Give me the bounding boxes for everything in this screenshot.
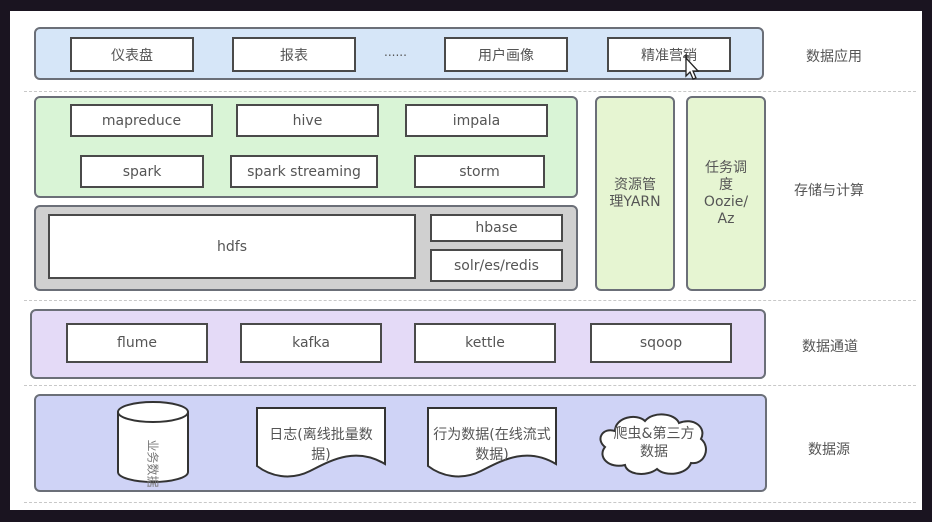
source-log-data: 日志(离线批量数 据) [257, 425, 385, 465]
channel-flume: flume [66, 323, 208, 363]
compute-spark-streaming: spark streaming [230, 155, 378, 188]
scheduler-line: Oozie/ [703, 193, 749, 210]
storage-solr-es-redis: solr/es/redis [430, 249, 563, 282]
channel-sqoop: sqoop [590, 323, 732, 363]
app-ellipsis: ...... [384, 45, 407, 59]
layer-label-compute: 存储与计算 [794, 183, 864, 199]
yarn-line: 资源管 [614, 176, 656, 193]
mouse-cursor-icon [683, 54, 700, 80]
log-line: 据) [311, 447, 331, 463]
channel-kafka: kafka [240, 323, 382, 363]
behavior-line: 行为数据(在线流式 [433, 427, 551, 443]
scheduler-line: 任务调 [705, 159, 747, 176]
crawler-line: 数据 [640, 444, 668, 460]
layer-divider [24, 502, 916, 503]
compute-mapreduce: mapreduce [70, 104, 213, 137]
log-line: 日志(离线批量数 [269, 427, 373, 443]
compute-storm: storm [414, 155, 545, 188]
scheduler-line: 度 [719, 176, 733, 193]
storage-hdfs: hdfs [48, 214, 416, 279]
storage-hbase: hbase [430, 214, 563, 242]
app-precision-marketing: 精准营销 [607, 37, 731, 72]
yarn-line: 理YARN [609, 193, 661, 210]
layer-divider [24, 300, 916, 301]
channel-kettle: kettle [414, 323, 556, 363]
source-behavior-data: 行为数据(在线流式 数据) [420, 425, 564, 465]
layer-label-source: 数据源 [808, 442, 850, 458]
app-report: 报表 [232, 37, 356, 72]
app-dashboard: 仪表盘 [70, 37, 194, 72]
crawler-line: 爬虫&第三方 [613, 426, 695, 442]
scheduler-line: Az [717, 210, 735, 227]
source-business-data: 业务数据 [145, 439, 160, 488]
behavior-line: 数据) [475, 447, 509, 463]
source-crawler-data: 爬虫&第三方 数据 [600, 425, 708, 461]
compute-hive: hive [236, 104, 379, 137]
layer-label-channel: 数据通道 [802, 339, 858, 355]
layer-divider [24, 385, 916, 386]
task-scheduler-oozie: 任务调 度 Oozie/ Az [686, 96, 766, 291]
compute-spark: spark [80, 155, 204, 188]
resource-manager-yarn: 资源管 理YARN [595, 96, 675, 291]
compute-impala: impala [405, 104, 548, 137]
architecture-diagram: 仪表盘 报表 ...... 用户画像 精准营销 数据应用 mapreduce h… [10, 11, 922, 510]
app-user-profile: 用户画像 [444, 37, 568, 72]
layer-label-application: 数据应用 [806, 49, 862, 65]
layer-divider [24, 91, 916, 92]
